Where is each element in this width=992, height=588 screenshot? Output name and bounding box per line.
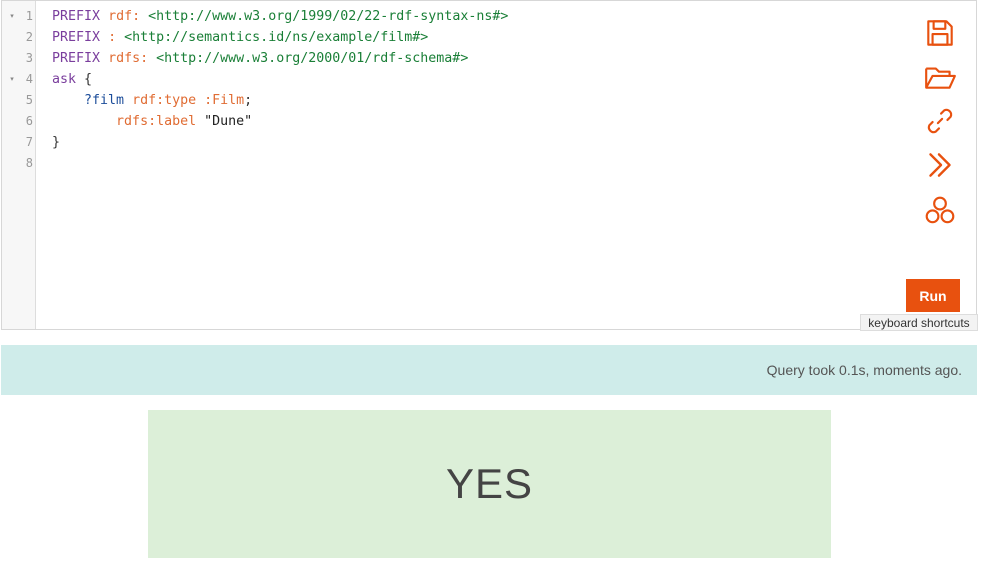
query-status-bar: Query took 0.1s, moments ago. <box>1 345 977 395</box>
save-icon[interactable] <box>920 15 960 51</box>
code-line: PREFIX rdf: <http://www.w3.org/1999/02/2… <box>52 6 896 27</box>
prefix-name: rdfs: <box>108 51 149 66</box>
run-button[interactable]: Run <box>906 279 960 312</box>
keyword: PREFIX <box>52 30 101 45</box>
network-icon[interactable] <box>920 193 960 229</box>
code-area[interactable]: PREFIX rdf: <http://www.w3.org/1999/02/2… <box>52 6 896 174</box>
query-status-text: Query took 0.1s, moments ago. <box>766 362 962 378</box>
code-line: } <box>52 132 896 153</box>
predicate: rdfs:label <box>116 114 197 129</box>
code-line: PREFIX : <http://semantics.id/ns/example… <box>52 27 896 48</box>
predicate: rdf:type <box>132 93 197 108</box>
line-number: 3 <box>25 51 33 65</box>
code-line: PREFIX rdfs: <http://www.w3.org/2000/01/… <box>52 48 896 69</box>
line-number: 4 <box>25 72 33 86</box>
brace: { <box>84 72 93 87</box>
line-number: 5 <box>25 93 33 107</box>
keyword: ask <box>52 72 77 87</box>
line-number: 7 <box>25 135 33 149</box>
prefix-name: rdf: <box>108 9 141 24</box>
keyboard-shortcuts-link[interactable]: keyboard shortcuts <box>860 314 978 331</box>
brace: } <box>52 135 61 150</box>
keyword: PREFIX <box>52 51 101 66</box>
line-number: 1 <box>25 9 33 23</box>
line-number: 2 <box>25 30 33 44</box>
result-value: YES <box>445 460 534 507</box>
line-number-gutter: ▾ ▾ 1 2 3 4 5 6 7 8 <box>2 1 36 329</box>
link-icon[interactable] <box>920 103 960 139</box>
line-number: 6 <box>25 114 33 128</box>
iri: <http://semantics.id/ns/example/film#> <box>124 30 429 45</box>
iri: <http://www.w3.org/1999/02/22-rdf-syntax… <box>148 9 509 24</box>
code-line: ask { <box>52 69 896 90</box>
folder-open-icon[interactable] <box>920 59 960 95</box>
code-line: ?film rdf:type :Film; <box>52 90 896 111</box>
result-box: YES <box>148 410 831 558</box>
punctuation: ; <box>244 93 253 108</box>
code-line: rdfs:label "Dune" <box>52 111 896 132</box>
string-literal: "Dune" <box>204 114 253 129</box>
line-number: 8 <box>25 156 33 170</box>
variable: ?film <box>84 93 125 108</box>
prefix-name: : <box>108 30 117 45</box>
iri: <http://www.w3.org/2000/01/rdf-schema#> <box>156 51 469 66</box>
object: :Film <box>204 93 245 108</box>
double-chevron-right-icon[interactable] <box>920 147 960 183</box>
keyword: PREFIX <box>52 9 101 24</box>
query-editor[interactable]: ▾ ▾ 1 2 3 4 5 6 7 8 PREFIX rdf: <http://… <box>1 0 978 331</box>
